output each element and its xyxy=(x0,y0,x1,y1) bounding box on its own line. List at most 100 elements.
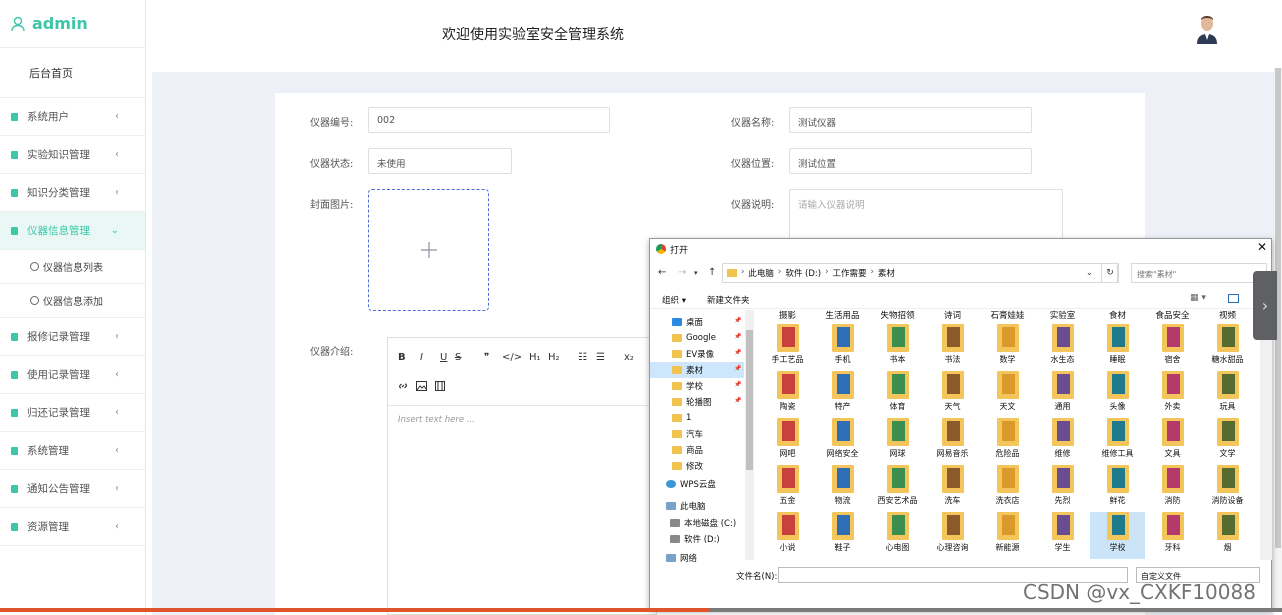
toolbar-button[interactable]: U xyxy=(440,352,447,363)
sidebar-subitem[interactable]: 仪器信息列表 xyxy=(0,250,145,284)
cover-uploader[interactable] xyxy=(368,189,489,311)
back-icon[interactable]: ← xyxy=(658,267,666,278)
pin-icon[interactable]: 📌 xyxy=(734,365,741,372)
tree-item[interactable]: 网络 xyxy=(650,550,744,566)
pin-icon[interactable]: 📌 xyxy=(734,381,741,388)
sidebar-subitem[interactable]: 仪器信息添加 xyxy=(0,284,145,318)
breadcrumb-item[interactable]: 此电脑 xyxy=(748,267,774,279)
view-icon[interactable]: ▦ ▾ xyxy=(1190,293,1206,303)
file-item[interactable]: 网球 xyxy=(870,418,925,465)
file-item[interactable]: 消防 xyxy=(1145,465,1200,512)
up-icon[interactable]: ↑ xyxy=(708,267,716,278)
tree-item[interactable]: 学校 xyxy=(650,378,744,394)
file-item[interactable]: 通用 xyxy=(1035,371,1090,418)
nav-home[interactable]: 后台首页 xyxy=(0,48,145,98)
file-item[interactable]: 陶瓷 xyxy=(760,371,815,418)
file-item[interactable]: 数学 xyxy=(980,324,1035,371)
file-item[interactable]: 糖水甜品 xyxy=(1200,324,1255,371)
file-item[interactable]: 网易音乐 xyxy=(925,418,980,465)
file-label[interactable]: 失物招领 xyxy=(870,310,925,321)
tree-item[interactable]: 此电脑 xyxy=(650,498,744,514)
file-item[interactable]: 鞋子 xyxy=(815,512,870,559)
tree-item[interactable]: 汽车 xyxy=(650,426,744,442)
video-progress-remaining[interactable] xyxy=(709,608,1282,612)
tree-item[interactable]: 软件 (D:) xyxy=(650,531,744,547)
video-icon[interactable] xyxy=(435,381,445,391)
file-item[interactable]: 网络安全 xyxy=(815,418,870,465)
toolbar-button[interactable]: </> xyxy=(502,352,522,363)
file-item[interactable]: 西安艺术品 xyxy=(870,465,925,512)
address-bar[interactable]: › 此电脑 › 软件 (D:) › 工作需要 › 素材 xyxy=(722,263,1118,283)
pin-icon[interactable]: 📌 xyxy=(734,333,741,340)
close-icon[interactable]: ✕ xyxy=(1257,240,1267,254)
pin-icon[interactable]: 📌 xyxy=(734,317,741,324)
sidebar-item[interactable]: 实验知识管理 ‹ xyxy=(0,136,145,174)
new-folder-button[interactable]: 新建文件夹 xyxy=(707,294,750,306)
file-item[interactable]: 书本 xyxy=(870,324,925,371)
breadcrumb-item[interactable]: 工作需要 xyxy=(832,267,866,279)
file-item[interactable]: 小说 xyxy=(760,512,815,559)
tree-item[interactable]: 本地磁盘 (C:) xyxy=(650,515,744,531)
tree-item[interactable]: WPS云盘 xyxy=(650,476,744,492)
file-item[interactable]: 文学 xyxy=(1200,418,1255,465)
tree-scrollbar[interactable] xyxy=(745,310,754,560)
file-item[interactable]: 天气 xyxy=(925,371,980,418)
file-item[interactable]: 心电图 xyxy=(870,512,925,559)
file-item[interactable]: 书法 xyxy=(925,324,980,371)
search-input[interactable]: 搜索"素材" xyxy=(1131,263,1267,283)
tree-item[interactable]: EV录像 xyxy=(650,346,744,362)
file-label[interactable]: 诗词 xyxy=(925,310,980,321)
tree-item[interactable]: 素材 xyxy=(650,362,744,378)
file-item[interactable]: 学生 xyxy=(1035,512,1090,559)
file-item[interactable]: 物流 xyxy=(815,465,870,512)
file-item[interactable]: 宿舍 xyxy=(1145,324,1200,371)
video-progress-played[interactable] xyxy=(0,608,709,612)
file-item[interactable]: 体育 xyxy=(870,371,925,418)
file-item[interactable]: 手机 xyxy=(815,324,870,371)
avatar[interactable] xyxy=(1195,14,1219,44)
tree-item[interactable]: 桌面 xyxy=(650,314,744,330)
refresh-icon[interactable]: ↻ xyxy=(1101,263,1119,283)
location-input[interactable]: 测试位置 xyxy=(789,148,1032,174)
tree-item[interactable]: 轮播图 xyxy=(650,394,744,410)
sidebar-item[interactable]: 报修记录管理 ‹ xyxy=(0,318,145,356)
toolbar-button[interactable]: x₂ xyxy=(624,352,634,363)
forward-icon[interactable]: → xyxy=(678,267,686,278)
toolbar-button[interactable]: ❞ xyxy=(484,352,489,363)
sidebar-item[interactable]: 通知公告管理 ‹ xyxy=(0,470,145,508)
file-item[interactable]: 维修 xyxy=(1035,418,1090,465)
sidebar-item[interactable]: 知识分类管理 ‹ xyxy=(0,174,145,212)
preview-pane-icon[interactable] xyxy=(1228,294,1239,303)
file-item[interactable]: 新能源 xyxy=(980,512,1035,559)
address-dropdown-icon[interactable]: ⌄ xyxy=(1086,268,1093,277)
sidebar-item[interactable]: 仪器信息管理 ⌄ xyxy=(0,212,145,250)
file-item[interactable]: 五金 xyxy=(760,465,815,512)
link-icon[interactable] xyxy=(398,381,408,391)
file-item[interactable]: 玩具 xyxy=(1200,371,1255,418)
file-item[interactable]: 烟 xyxy=(1200,512,1255,559)
file-item[interactable]: 洗车 xyxy=(925,465,980,512)
sidebar-item[interactable]: 系统用户 ‹ xyxy=(0,98,145,136)
grid-scrollbar[interactable] xyxy=(1260,310,1272,560)
file-item[interactable]: 鲜花 xyxy=(1090,465,1145,512)
breadcrumb-item[interactable]: 素材 xyxy=(878,267,895,279)
image-icon[interactable] xyxy=(416,381,427,391)
file-item[interactable]: 睡眠 xyxy=(1090,324,1145,371)
file-item[interactable]: 心理咨询 xyxy=(925,512,980,559)
tree-item[interactable]: Google xyxy=(650,330,744,346)
toolbar-button[interactable]: ☷ xyxy=(578,352,587,363)
toolbar-button[interactable]: I xyxy=(420,352,423,363)
toolbar-button[interactable]: H₂ xyxy=(548,352,560,363)
file-label[interactable]: 食材 xyxy=(1090,310,1145,321)
file-label[interactable]: 视频 xyxy=(1200,310,1255,321)
code-input[interactable]: 002 xyxy=(368,107,610,133)
file-item[interactable]: 网吧 xyxy=(760,418,815,465)
file-label[interactable]: 石膏娃娃 xyxy=(980,310,1035,321)
file-item[interactable]: 外卖 xyxy=(1145,371,1200,418)
tree-item[interactable]: 商品 xyxy=(650,442,744,458)
file-item[interactable]: 危险品 xyxy=(980,418,1035,465)
file-item[interactable]: 特产 xyxy=(815,371,870,418)
name-input[interactable]: 测试仪器 xyxy=(789,107,1032,133)
file-item[interactable]: 文具 xyxy=(1145,418,1200,465)
file-item[interactable]: 洗衣店 xyxy=(980,465,1035,512)
